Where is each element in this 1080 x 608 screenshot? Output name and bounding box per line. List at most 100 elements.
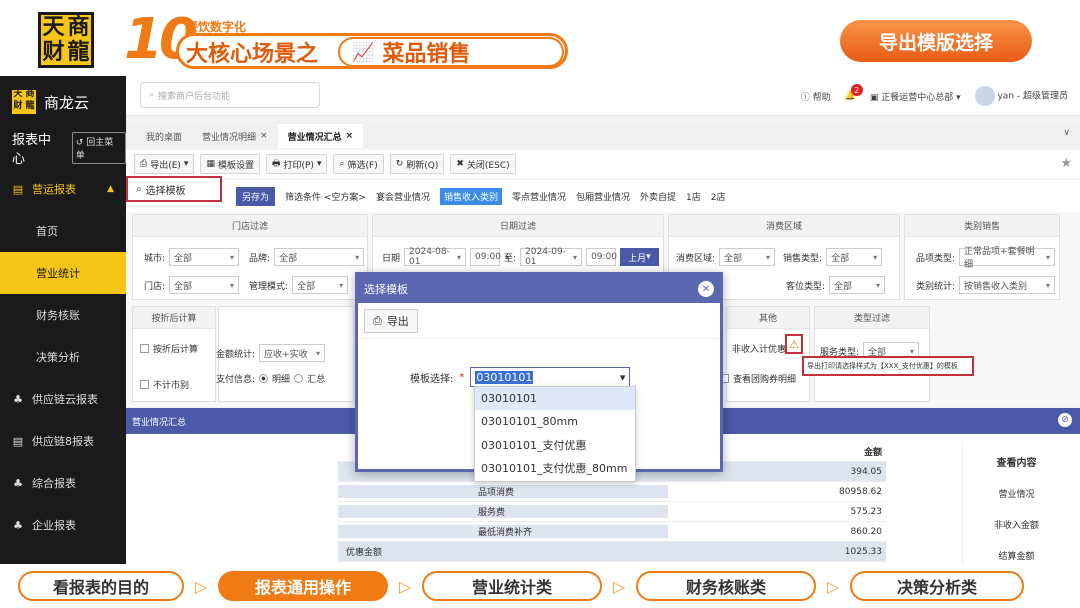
- time-to-input[interactable]: 09:00: [586, 248, 617, 266]
- view-settlement[interactable]: 结算金额: [963, 549, 1070, 562]
- filter-button[interactable]: ⌕ 筛选(F): [333, 154, 384, 174]
- date-from-input[interactable]: 2024-08-01: [404, 247, 467, 267]
- guest-type-select[interactable]: 全部: [829, 276, 886, 294]
- nav-finance[interactable]: 财务核账类: [636, 571, 816, 601]
- view-non-income[interactable]: 非收入金额: [963, 518, 1070, 531]
- export-tip-tooltip: 导出打印请选择样式为【XXX_支付优惠】的模板: [802, 356, 974, 376]
- template-option[interactable]: 03010101_支付优惠_80mm: [475, 456, 635, 479]
- dialog-export-button[interactable]: ⎙ 导出: [364, 308, 418, 333]
- filter-bar: 另存为 筛选条件 <空方案> 宴会营业情况 销售收入类别 零点营业情况 包厢营业…: [126, 180, 1080, 212]
- sidebar-item-home[interactable]: 首页: [0, 210, 126, 252]
- org-selector[interactable]: ▣ 正餐运营中心总部 ▾: [870, 90, 961, 103]
- template-settings-button[interactable]: ▦ 模板设置: [200, 154, 260, 174]
- settings-icon: ▦: [206, 159, 215, 169]
- scheme-banquet[interactable]: 宴会营业情况: [376, 190, 430, 203]
- store-select[interactable]: 全部: [169, 276, 240, 294]
- nav-common-ops[interactable]: 报表通用操作: [218, 571, 388, 601]
- sidebar-item-supply-8[interactable]: ▤ 供应链8报表: [0, 420, 126, 462]
- tree-icon: ♣: [13, 476, 23, 490]
- close-icon[interactable]: ✕: [698, 281, 714, 297]
- amount-stats-select[interactable]: 应收+实收: [259, 344, 326, 362]
- chevron-down-icon[interactable]: ∨: [1063, 128, 1070, 138]
- tree-icon: ♣: [13, 392, 23, 406]
- back-main-menu-button[interactable]: ↺ 回主菜单: [71, 132, 126, 164]
- brand-select[interactable]: 全部: [274, 248, 365, 266]
- summary-radio[interactable]: [294, 374, 304, 383]
- print-button[interactable]: 🖶 打印(P) ▾: [265, 154, 328, 174]
- notif-badge: 2: [850, 84, 863, 96]
- user-menu[interactable]: yan - 超级管理员: [974, 86, 1068, 106]
- area-select[interactable]: 全部: [719, 248, 776, 266]
- close-button[interactable]: ✖ 关闭(ESC): [450, 154, 516, 174]
- header-right: ⓘ 帮助 🔔 2 ▣ 正餐运营中心总部 ▾ yan - 超级管理员: [801, 84, 1068, 106]
- date-to-input[interactable]: 2024-09-01: [520, 247, 583, 267]
- sidebar-item-supply-cloud[interactable]: ♣ 供应链云报表: [0, 378, 126, 420]
- template-select-row: 模板选择: * 03010101 ▾: [410, 367, 631, 387]
- bell-icon[interactable]: 🔔 2: [845, 84, 863, 101]
- tab-bar: 我的桌面 营业情况明细 × 营业情况汇总 × ∨: [126, 122, 1080, 148]
- sales-type-select[interactable]: 全部: [826, 248, 883, 266]
- sidebar-item-finance[interactable]: 财务核账: [0, 294, 126, 336]
- sidebar-item-enterprise[interactable]: ♣ 企业报表: [0, 504, 126, 546]
- refresh-button[interactable]: ↻ 刷新(Q): [389, 154, 445, 174]
- tab-business-summary[interactable]: 营业情况汇总 ×: [277, 124, 364, 148]
- nav-decision[interactable]: 决策分析类: [850, 571, 1024, 601]
- export-button[interactable]: ⎙ 导出(E) ▾: [134, 154, 195, 174]
- groupon-check[interactable]: 查看团购券明细: [720, 372, 796, 385]
- template-option[interactable]: 03010101: [475, 387, 635, 410]
- non-income-row: 非收入计优惠: [732, 345, 787, 355]
- search-icon: ⌕: [339, 159, 345, 169]
- app-header: ⌕ 搜索商户后台功能 ⓘ 帮助 🔔 2 ▣ 正餐运营中心总部 ▾ yan - 超级…: [126, 76, 1080, 116]
- date-row: 日期 2024-08-01 09:00 至: 2024-09-01 09:00 …: [382, 247, 659, 267]
- sidebar-item-business-stats[interactable]: 营业统计: [0, 252, 126, 294]
- amount-stats-row: 金额统计: 应收+实收: [216, 344, 326, 362]
- sidebar-brand: 天 商 财 龍 商龙云: [0, 76, 126, 128]
- city-select[interactable]: 全部: [169, 248, 240, 266]
- close-icon[interactable]: ×: [346, 131, 354, 141]
- scheme-retail[interactable]: 零点营业情况: [512, 190, 566, 203]
- sidebar-item-decision[interactable]: 决策分析: [0, 336, 126, 378]
- help-link[interactable]: ⓘ 帮助: [801, 90, 831, 103]
- detail-radio[interactable]: [259, 374, 269, 383]
- template-option[interactable]: 03010101_80mm: [475, 410, 635, 433]
- nav-purpose[interactable]: 看报表的目的: [18, 571, 184, 601]
- sidebar-item-composite[interactable]: ♣ 综合报表: [0, 462, 126, 504]
- view-business[interactable]: 营业情况: [963, 487, 1070, 500]
- banner-title: 大核心场景之: [186, 42, 319, 67]
- mgmt-select[interactable]: 全部: [292, 276, 349, 294]
- save-as-button[interactable]: 另存为: [236, 186, 276, 206]
- close-icon[interactable]: ×: [260, 131, 268, 141]
- search-icon: ⌕: [136, 183, 142, 195]
- search-input[interactable]: ⌕ 搜索商户后台功能: [140, 82, 320, 108]
- post-calc-check[interactable]: 按折后计算: [140, 342, 198, 355]
- close-icon[interactable]: ⊘: [1058, 413, 1072, 427]
- tab-desktop[interactable]: 我的桌面: [136, 124, 192, 148]
- pay-info-row: 支付信息: 明细 汇总: [216, 374, 326, 385]
- chevron-down-icon: ▾: [619, 370, 626, 384]
- warning-icon[interactable]: ⚠: [785, 334, 803, 354]
- banner-subtitle: 餐饮数字化: [186, 20, 247, 34]
- last-month-button[interactable]: 上月 ▾: [620, 248, 659, 266]
- time-from-input[interactable]: 09:00: [470, 248, 501, 266]
- table-row: 最低消费补齐 860.20: [338, 522, 886, 542]
- cat-stats-select[interactable]: 按销售收入类别: [959, 276, 1056, 294]
- no-market-check[interactable]: 不计市别: [140, 378, 189, 391]
- chevron-up-icon: ▲: [107, 184, 114, 194]
- scheme-takeout[interactable]: 外卖自提: [640, 190, 676, 203]
- sidebar-item-ops-report[interactable]: ▤ 营运报表 ▲: [0, 168, 126, 210]
- scheme-private-room[interactable]: 包厢营业情况: [576, 190, 630, 203]
- scheme-store-2[interactable]: 2店: [711, 190, 726, 203]
- tab-business-detail[interactable]: 营业情况明细 ×: [192, 124, 278, 148]
- filter-condition: 筛选条件 <空方案>: [285, 192, 366, 203]
- avatar: [974, 86, 995, 106]
- arrow-icon: ▷: [194, 576, 208, 596]
- top-banner: 天 商 财 龍 10 餐饮数字化 大核心场景之 📈 菜品销售 导出模版选择: [0, 0, 1080, 76]
- scheme-sales-category[interactable]: 销售收入类别: [439, 187, 502, 205]
- star-icon[interactable]: ★: [1060, 156, 1072, 171]
- nav-business-stats[interactable]: 营业统计类: [422, 571, 602, 601]
- item-type-select[interactable]: 正常品项+套餐明细: [959, 247, 1056, 270]
- template-option[interactable]: 03010101_支付优惠: [475, 433, 635, 456]
- select-template-menu-item[interactable]: ⌕ 选择模板: [126, 176, 222, 202]
- template-select[interactable]: 03010101 ▾: [470, 367, 631, 387]
- scheme-store-1[interactable]: 1店: [686, 190, 701, 203]
